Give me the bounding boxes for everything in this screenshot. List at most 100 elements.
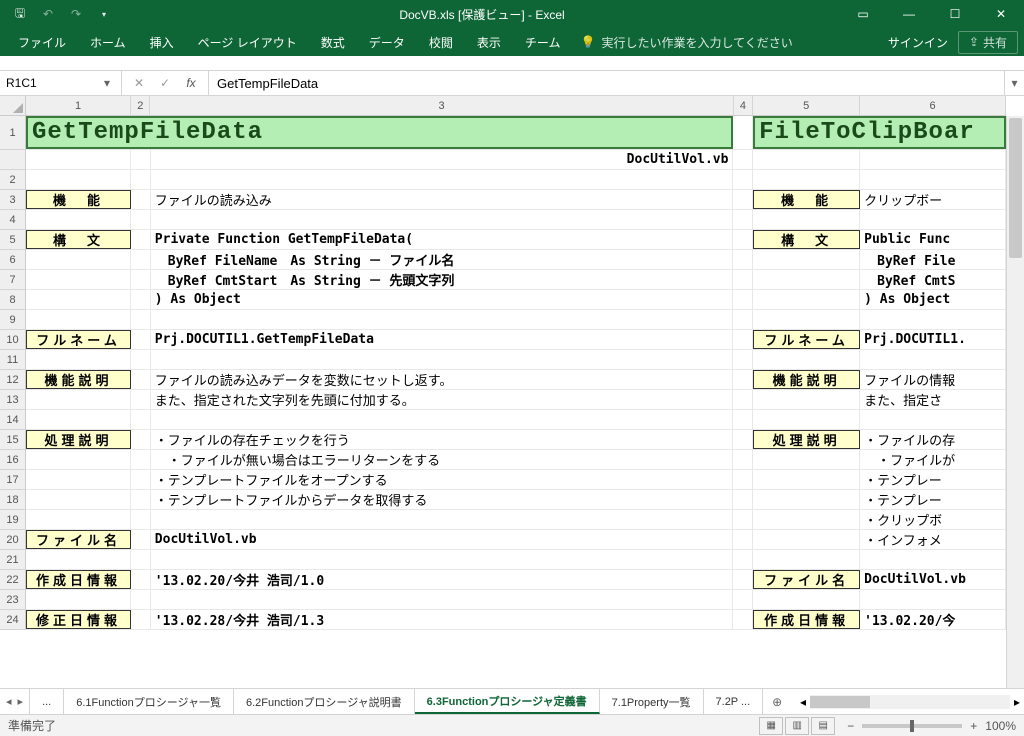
cell[interactable]: Prj.DOCUTIL1. (860, 330, 1006, 349)
cell[interactable] (733, 116, 753, 149)
cell[interactable]: ByRef CmtS (860, 270, 1006, 289)
cell[interactable]: '13.02.20/今 (860, 610, 1006, 629)
cell[interactable] (131, 430, 151, 449)
cell[interactable] (753, 290, 860, 309)
sheet-tab[interactable]: 6.1Functionプロシージャ一覧 (64, 689, 234, 714)
cell[interactable] (733, 270, 753, 289)
cell[interactable] (860, 550, 1006, 569)
page-layout-icon[interactable]: ▥ (785, 717, 809, 735)
cell[interactable] (26, 490, 131, 509)
zoom-handle[interactable] (910, 720, 914, 732)
cells-area[interactable]: GetTempFileDataFileToClipBoarDocUtilVol.… (26, 116, 1006, 688)
cell[interactable] (131, 390, 151, 409)
chevron-down-icon[interactable]: ▾ (99, 76, 115, 90)
cell[interactable] (26, 470, 131, 489)
signin-button[interactable]: サインイン (878, 34, 958, 51)
cell[interactable]: '13.02.20/今井 浩司/1.0 (151, 570, 734, 589)
row-header[interactable]: 16 (0, 450, 26, 470)
row-header[interactable]: 4 (0, 210, 26, 230)
cell[interactable] (753, 530, 860, 549)
cell[interactable] (733, 170, 753, 189)
cell[interactable] (753, 150, 860, 169)
cell[interactable] (753, 170, 860, 189)
cell[interactable]: ・クリップボ (860, 510, 1006, 529)
hscroll-track[interactable] (810, 695, 1010, 709)
zoom-slider[interactable] (862, 724, 962, 728)
cell[interactable]: 機 能 (26, 190, 131, 209)
cell[interactable] (131, 370, 151, 389)
cell[interactable] (753, 210, 860, 229)
cell[interactable] (733, 430, 753, 449)
row-header[interactable]: 21 (0, 550, 26, 570)
cell[interactable]: また、指定された文字列を先頭に付加する。 (151, 390, 734, 409)
cell[interactable] (733, 370, 753, 389)
cell[interactable]: 機 能 (753, 190, 860, 209)
cell[interactable] (131, 450, 151, 469)
cell[interactable]: ・ファイルが (860, 450, 1006, 469)
cell[interactable] (733, 470, 753, 489)
row-headers[interactable]: 123456789101112131415161718192021222324 (0, 116, 26, 688)
col-header[interactable]: 6 (860, 96, 1006, 115)
cell[interactable]: ・インフォメ (860, 530, 1006, 549)
cell[interactable] (131, 290, 151, 309)
cell[interactable] (151, 170, 734, 189)
cell[interactable] (860, 210, 1006, 229)
cell[interactable]: ByRef FileName As String － ファイル名 (151, 250, 734, 269)
cell[interactable] (26, 390, 131, 409)
row-header[interactable]: 17 (0, 470, 26, 490)
row-header[interactable]: 3 (0, 190, 26, 210)
cell[interactable] (26, 590, 131, 609)
row-header[interactable]: 2 (0, 170, 26, 190)
cell[interactable] (26, 510, 131, 529)
zoom-level[interactable]: 100% (985, 719, 1016, 733)
save-icon[interactable]: 🖫 (8, 3, 32, 25)
cell[interactable] (733, 350, 753, 369)
cell[interactable] (131, 530, 151, 549)
cell[interactable] (733, 410, 753, 429)
zoom-out-icon[interactable]: − (847, 719, 854, 733)
sheet-tab[interactable]: 6.2Functionプロシージャ説明書 (234, 689, 415, 714)
cell[interactable] (131, 350, 151, 369)
cell[interactable]: Prj.DOCUTIL1.GetTempFileData (151, 330, 734, 349)
cell[interactable] (733, 490, 753, 509)
cell[interactable]: ) As Object (860, 290, 1006, 309)
row-header[interactable]: 10 (0, 330, 26, 350)
cell[interactable] (733, 250, 753, 269)
cell[interactable] (131, 250, 151, 269)
row-header[interactable]: 22 (0, 570, 26, 590)
tell-me[interactable]: 💡 実行したい作業を入力してください (580, 34, 792, 51)
select-all-corner[interactable] (0, 96, 26, 116)
cell[interactable] (733, 310, 753, 329)
cell[interactable] (753, 310, 860, 329)
row-header[interactable]: 13 (0, 390, 26, 410)
row-header[interactable]: 14 (0, 410, 26, 430)
cell[interactable]: DocUtilVol.vb (151, 530, 734, 549)
cell[interactable] (733, 570, 753, 589)
cell[interactable] (131, 610, 151, 629)
cell[interactable]: ファイルの読み込み (151, 190, 734, 209)
cell[interactable] (131, 470, 151, 489)
cell[interactable]: 機能説明 (26, 370, 131, 389)
row-header[interactable]: 12 (0, 370, 26, 390)
row-header[interactable]: 20 (0, 530, 26, 550)
close-icon[interactable]: ✕ (978, 0, 1024, 28)
cell[interactable] (733, 610, 753, 629)
cell[interactable]: Public Func (860, 230, 1006, 249)
cell[interactable] (860, 150, 1006, 169)
cell[interactable] (131, 330, 151, 349)
minimize-icon[interactable]: — (886, 0, 932, 28)
cell[interactable]: ・ファイルの存 (860, 430, 1006, 449)
cell[interactable]: ByRef File (860, 250, 1006, 269)
cell[interactable]: ByRef CmtStart As String － 先頭文字列 (151, 270, 734, 289)
zoom-in-icon[interactable]: + (970, 719, 977, 733)
cell[interactable]: ファイル名 (753, 570, 860, 589)
qat-dropdown-icon[interactable]: ▾ (92, 3, 116, 25)
sheet-nav[interactable]: ◂ ▸ (0, 689, 30, 714)
normal-view-icon[interactable]: ▦ (759, 717, 783, 735)
ribbon-tab[interactable]: 表示 (465, 28, 513, 56)
add-sheet-button[interactable]: ⊕ (763, 689, 791, 714)
ribbon-tab[interactable]: 挿入 (138, 28, 186, 56)
cell[interactable] (753, 390, 860, 409)
cell[interactable]: 処理説明 (26, 430, 131, 449)
cell[interactable] (26, 270, 131, 289)
